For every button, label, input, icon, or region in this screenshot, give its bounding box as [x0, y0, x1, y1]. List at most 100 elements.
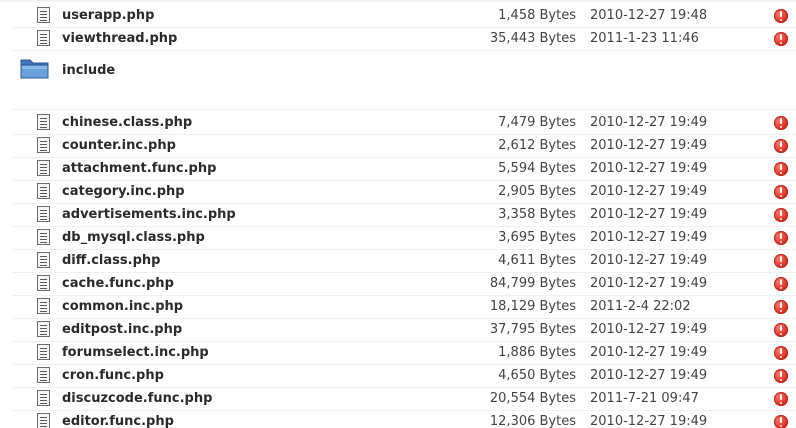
file-size: 18,129 Bytes: [489, 299, 576, 314]
document-icon: [37, 321, 50, 337]
file-size: 2,612 Bytes: [498, 138, 576, 153]
warning-icon[interactable]: [774, 208, 788, 222]
file-row[interactable]: viewthread.php 35,443 Bytes 2011-1-23 11…: [12, 28, 796, 51]
warning-icon[interactable]: [774, 346, 788, 360]
file-row[interactable]: forumselect.inc.php 1,886 Bytes 2010-12-27…: [12, 342, 796, 365]
file-date: 2010-12-27 19:49: [590, 115, 708, 130]
document-icon: [37, 183, 50, 199]
file-size: 1,458 Bytes: [498, 8, 576, 23]
file-row[interactable]: cache.func.php 84,799 Bytes 2010-12-27 19:…: [12, 273, 796, 296]
file-row[interactable]: counter.inc.php 2,612 Bytes 2010-12-27 19:…: [12, 135, 796, 158]
file-row[interactable]: cron.func.php 4,650 Bytes 2010-12-27 19:49: [12, 365, 796, 388]
document-icon: [37, 30, 50, 46]
warning-icon[interactable]: [774, 392, 788, 406]
file-name[interactable]: advertisements.inc.php: [62, 207, 236, 222]
document-icon: [37, 160, 50, 176]
file-row[interactable]: attachment.func.php 5,594 Bytes 2010-12-27…: [12, 158, 796, 181]
file-size: 20,554 Bytes: [489, 391, 576, 406]
file-name[interactable]: category.inc.php: [62, 184, 185, 199]
warning-icon[interactable]: [774, 415, 788, 428]
file-row[interactable]: editpost.inc.php 37,795 Bytes 2010-12-27 1…: [12, 319, 796, 342]
file-name[interactable]: forumselect.inc.php: [62, 345, 209, 360]
file-row[interactable]: category.inc.php 2,905 Bytes 2010-12-27 19…: [12, 181, 796, 204]
file-date: 2010-12-27 19:49: [590, 253, 708, 268]
file-size: 37,795 Bytes: [489, 322, 576, 337]
file-date: 2011-7-21 09:47: [590, 391, 699, 406]
file-row[interactable]: diff.class.php 4,611 Bytes 2010-12-27 19:4…: [12, 250, 796, 273]
file-name[interactable]: counter.inc.php: [62, 138, 176, 153]
warning-icon[interactable]: [774, 9, 788, 23]
document-icon: [37, 252, 50, 268]
file-name[interactable]: common.inc.php: [62, 299, 183, 314]
file-date: 2010-12-27 19:49: [590, 230, 708, 245]
document-icon: [37, 275, 50, 291]
warning-icon[interactable]: [774, 323, 788, 337]
file-size: 35,443 Bytes: [489, 31, 576, 46]
file-size: 3,358 Bytes: [498, 207, 576, 222]
file-date: 2010-12-27 19:49: [590, 184, 708, 199]
file-date: 2010-12-27 19:49: [590, 207, 708, 222]
folder-icon: [20, 59, 49, 79]
file-date: 2010-12-27 19:49: [590, 161, 708, 176]
file-row[interactable]: common.inc.php 18,129 Bytes 2011-2-4 22:02: [12, 296, 796, 319]
warning-icon[interactable]: [774, 32, 788, 46]
warning-icon[interactable]: [774, 231, 788, 245]
file-row[interactable]: advertisements.inc.php 3,358 Bytes 2010-12…: [12, 204, 796, 227]
document-icon: [37, 298, 50, 314]
document-icon: [37, 413, 50, 428]
file-date: 2010-12-27 19:48: [590, 8, 708, 23]
file-date: 2010-12-27 19:49: [590, 345, 708, 360]
file-size: 4,650 Bytes: [498, 368, 576, 383]
file-row[interactable]: userapp.php 1,458 Bytes 2010-12-27 19:48: [12, 5, 796, 28]
file-date: 2010-12-27 19:49: [590, 138, 708, 153]
folder-name[interactable]: include: [62, 63, 115, 78]
file-row[interactable]: discuzcode.func.php 20,554 Bytes 2011-7-21…: [12, 388, 796, 411]
document-icon: [37, 344, 50, 360]
document-icon: [37, 7, 50, 23]
warning-icon[interactable]: [774, 369, 788, 383]
file-date: 2010-12-27 19:49: [590, 322, 708, 337]
file-date: 2011-2-4 22:02: [590, 299, 691, 314]
document-icon: [37, 390, 50, 406]
file-size: 3,695 Bytes: [498, 230, 576, 245]
file-size: 84,799 Bytes: [489, 276, 576, 291]
file-row[interactable]: chinese.class.php 7,479 Bytes 2010-12-27 1…: [12, 112, 796, 135]
warning-icon[interactable]: [774, 162, 788, 176]
file-size: 2,905 Bytes: [498, 184, 576, 199]
top-edge: [0, 0, 796, 3]
warning-icon[interactable]: [774, 300, 788, 314]
file-date: 2011-1-23 11:46: [590, 31, 699, 46]
file-row[interactable]: editor.func.php 12,306 Bytes 2010-12-27 19…: [12, 411, 796, 428]
file-size: 7,479 Bytes: [498, 115, 576, 130]
warning-icon[interactable]: [774, 277, 788, 291]
warning-icon[interactable]: [774, 116, 788, 130]
file-name[interactable]: cron.func.php: [62, 368, 164, 383]
file-name[interactable]: cache.func.php: [62, 276, 174, 291]
warning-icon[interactable]: [774, 139, 788, 153]
folder-row[interactable]: include: [12, 50, 796, 110]
file-row[interactable]: db_mysql.class.php 3,695 Bytes 2010-12-27 …: [12, 227, 796, 250]
file-name[interactable]: viewthread.php: [62, 31, 177, 46]
file-size: 4,611 Bytes: [498, 253, 576, 268]
file-name[interactable]: chinese.class.php: [62, 115, 192, 130]
file-name[interactable]: userapp.php: [62, 8, 154, 23]
file-size: 12,306 Bytes: [489, 414, 576, 428]
file-name[interactable]: attachment.func.php: [62, 161, 216, 176]
file-list: userapp.php 1,458 Bytes 2010-12-27 19:48…: [0, 0, 796, 428]
document-icon: [37, 229, 50, 245]
file-name[interactable]: editpost.inc.php: [62, 322, 182, 337]
file-size: 1,886 Bytes: [498, 345, 576, 360]
file-date: 2010-12-27 19:49: [590, 414, 708, 428]
warning-icon[interactable]: [774, 185, 788, 199]
file-name[interactable]: editor.func.php: [62, 414, 174, 428]
warning-icon[interactable]: [774, 254, 788, 268]
document-icon: [37, 114, 50, 130]
file-name[interactable]: db_mysql.class.php: [62, 230, 205, 245]
file-size: 5,594 Bytes: [498, 161, 576, 176]
document-icon: [37, 137, 50, 153]
file-name[interactable]: diff.class.php: [62, 253, 160, 268]
document-icon: [37, 367, 50, 383]
file-date: 2010-12-27 19:49: [590, 368, 708, 383]
document-icon: [37, 206, 50, 222]
file-name[interactable]: discuzcode.func.php: [62, 391, 212, 406]
